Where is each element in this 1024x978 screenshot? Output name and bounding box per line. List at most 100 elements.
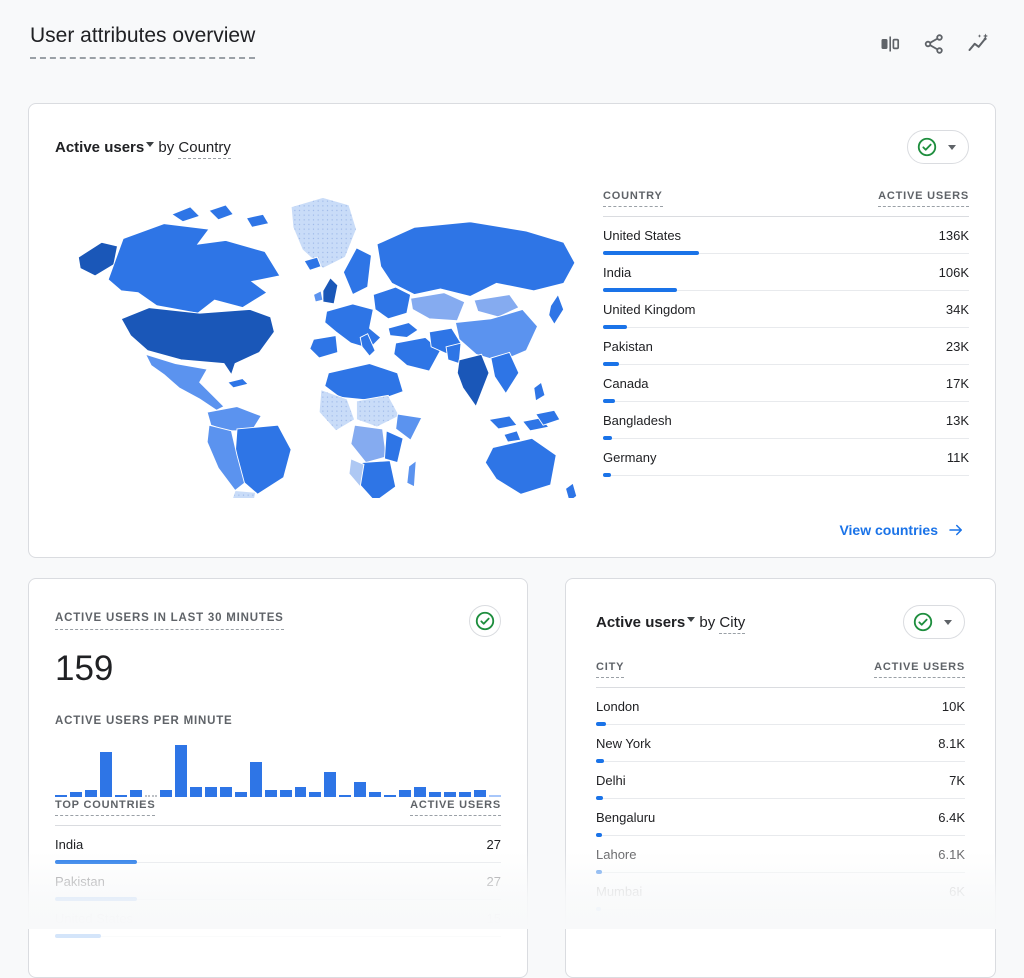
column-header-top-countries[interactable]: TOP COUNTRIES <box>55 799 155 816</box>
comparison-icon[interactable] <box>878 32 902 56</box>
country-label: Germany <box>603 450 656 465</box>
city-label: Mumbai <box>596 884 642 899</box>
city-label: Bengaluru <box>596 810 655 825</box>
top-country-label: Pakistan <box>55 874 105 889</box>
city-value: 8.1K <box>938 736 965 751</box>
per-minute-bar <box>205 787 217 797</box>
per-minute-bar <box>324 772 336 797</box>
chevron-down-icon <box>146 142 154 151</box>
per-minute-bar <box>130 790 142 797</box>
top-country-label: United States <box>55 911 133 926</box>
row-value-bar <box>596 907 601 911</box>
per-minute-bar <box>70 792 82 797</box>
per-minute-bar <box>369 792 381 797</box>
top-country-label: India <box>55 837 83 852</box>
country-row: Pakistan 23K <box>603 328 969 365</box>
per-minute-bar <box>115 795 127 797</box>
title-connector: by <box>158 139 174 156</box>
country-label: Bangladesh <box>603 413 672 428</box>
city-value: 6.1K <box>938 847 965 862</box>
dimension-selector[interactable]: City <box>719 614 745 634</box>
per-minute-label: ACTIVE USERS PER MINUTE <box>55 715 233 727</box>
per-minute-bar <box>235 792 247 797</box>
per-minute-bar <box>399 790 411 797</box>
country-label: Canada <box>603 376 649 391</box>
city-label: Delhi <box>596 773 626 788</box>
city-row: Mumbai 6K <box>596 873 965 910</box>
top-country-value: 15 <box>487 911 501 926</box>
view-countries-label: View countries <box>839 522 938 538</box>
top-country-value: 27 <box>487 837 501 852</box>
page-header: User attributes overview <box>0 0 1024 59</box>
row-value-bar <box>603 473 611 477</box>
header-toolbar <box>878 32 990 56</box>
city-row: London10K <box>596 688 965 725</box>
realtime-card: ACTIVE USERS IN LAST 30 MINUTES 159 ACTI… <box>28 578 528 978</box>
per-minute-bar <box>295 787 307 797</box>
top-country-row: United States 15 <box>55 900 501 937</box>
column-header-active-users[interactable]: ACTIVE USERS <box>878 190 969 207</box>
chevron-down-icon <box>944 620 952 629</box>
data-quality-badge[interactable] <box>469 605 501 637</box>
row-value-bar <box>55 934 101 938</box>
per-minute-bar-chart <box>55 741 501 797</box>
country-row: Germany 11K <box>603 439 969 476</box>
metric-selector[interactable]: Active users <box>596 614 695 631</box>
per-minute-bar <box>444 792 456 797</box>
dimension-selector[interactable]: Country <box>178 139 231 159</box>
per-minute-bar <box>100 752 112 797</box>
column-header-active-users[interactable]: ACTIVE USERS <box>874 661 965 678</box>
per-minute-bar <box>160 790 172 797</box>
per-minute-bar <box>459 792 471 797</box>
column-header-country[interactable]: COUNTRY <box>603 190 663 207</box>
per-minute-bar <box>250 762 262 797</box>
metric-selector[interactable]: Active users <box>55 139 154 156</box>
data-quality-dropdown[interactable] <box>903 605 965 639</box>
insights-icon[interactable] <box>966 32 990 56</box>
city-row: Delhi7K <box>596 762 965 799</box>
active-users-by-country-card: Active users by Country <box>28 103 996 558</box>
country-row: India106K <box>603 254 969 291</box>
city-value: 6.4K <box>938 810 965 825</box>
city-row: Bengaluru 6.4K <box>596 799 965 836</box>
top-country-row: India 27 <box>55 826 501 863</box>
per-minute-bar <box>474 790 486 797</box>
country-value: 17K <box>946 376 969 391</box>
country-value: 23K <box>946 339 969 354</box>
data-quality-dropdown[interactable] <box>907 130 969 164</box>
per-minute-bar <box>55 795 67 797</box>
chevron-down-icon <box>687 617 695 626</box>
column-header-city[interactable]: CITY <box>596 661 624 678</box>
active-users-by-city-card: Active users by City CITY ACTIVE USERS L… <box>565 578 996 978</box>
top-country-row: Pakistan 27 <box>55 863 501 900</box>
per-minute-bar <box>280 790 292 797</box>
country-row: United States136K <box>603 217 969 254</box>
per-minute-bar <box>414 787 426 797</box>
city-label: Lahore <box>596 847 636 862</box>
per-minute-bar <box>354 782 366 797</box>
card-title: Active users by Country <box>55 139 231 156</box>
map-regions <box>78 197 576 498</box>
country-value: 11K <box>947 450 969 465</box>
realtime-title[interactable]: ACTIVE USERS IN LAST 30 MINUTES <box>55 612 284 630</box>
column-header-active-users[interactable]: ACTIVE USERS <box>410 799 501 816</box>
country-row: Canada 17K <box>603 365 969 402</box>
title-connector: by <box>699 614 715 631</box>
city-row: Lahore 6.1K <box>596 836 965 873</box>
per-minute-bar <box>429 792 441 797</box>
city-value: 6K <box>949 884 965 899</box>
per-minute-bar <box>339 795 351 797</box>
page-title: User attributes overview <box>30 24 255 59</box>
country-row: United Kingdom34K <box>603 291 969 328</box>
check-circle-icon <box>912 611 934 633</box>
country-label: India <box>603 265 631 280</box>
share-icon[interactable] <box>922 32 946 56</box>
city-value: 10K <box>942 699 965 714</box>
top-country-value: 27 <box>487 874 501 889</box>
per-minute-bar <box>190 787 202 797</box>
city-label: New York <box>596 736 651 751</box>
world-map <box>55 190 603 503</box>
view-countries-link[interactable]: View countries <box>839 521 965 539</box>
country-label: Pakistan <box>603 339 653 354</box>
city-row: New York 8.1K <box>596 725 965 762</box>
